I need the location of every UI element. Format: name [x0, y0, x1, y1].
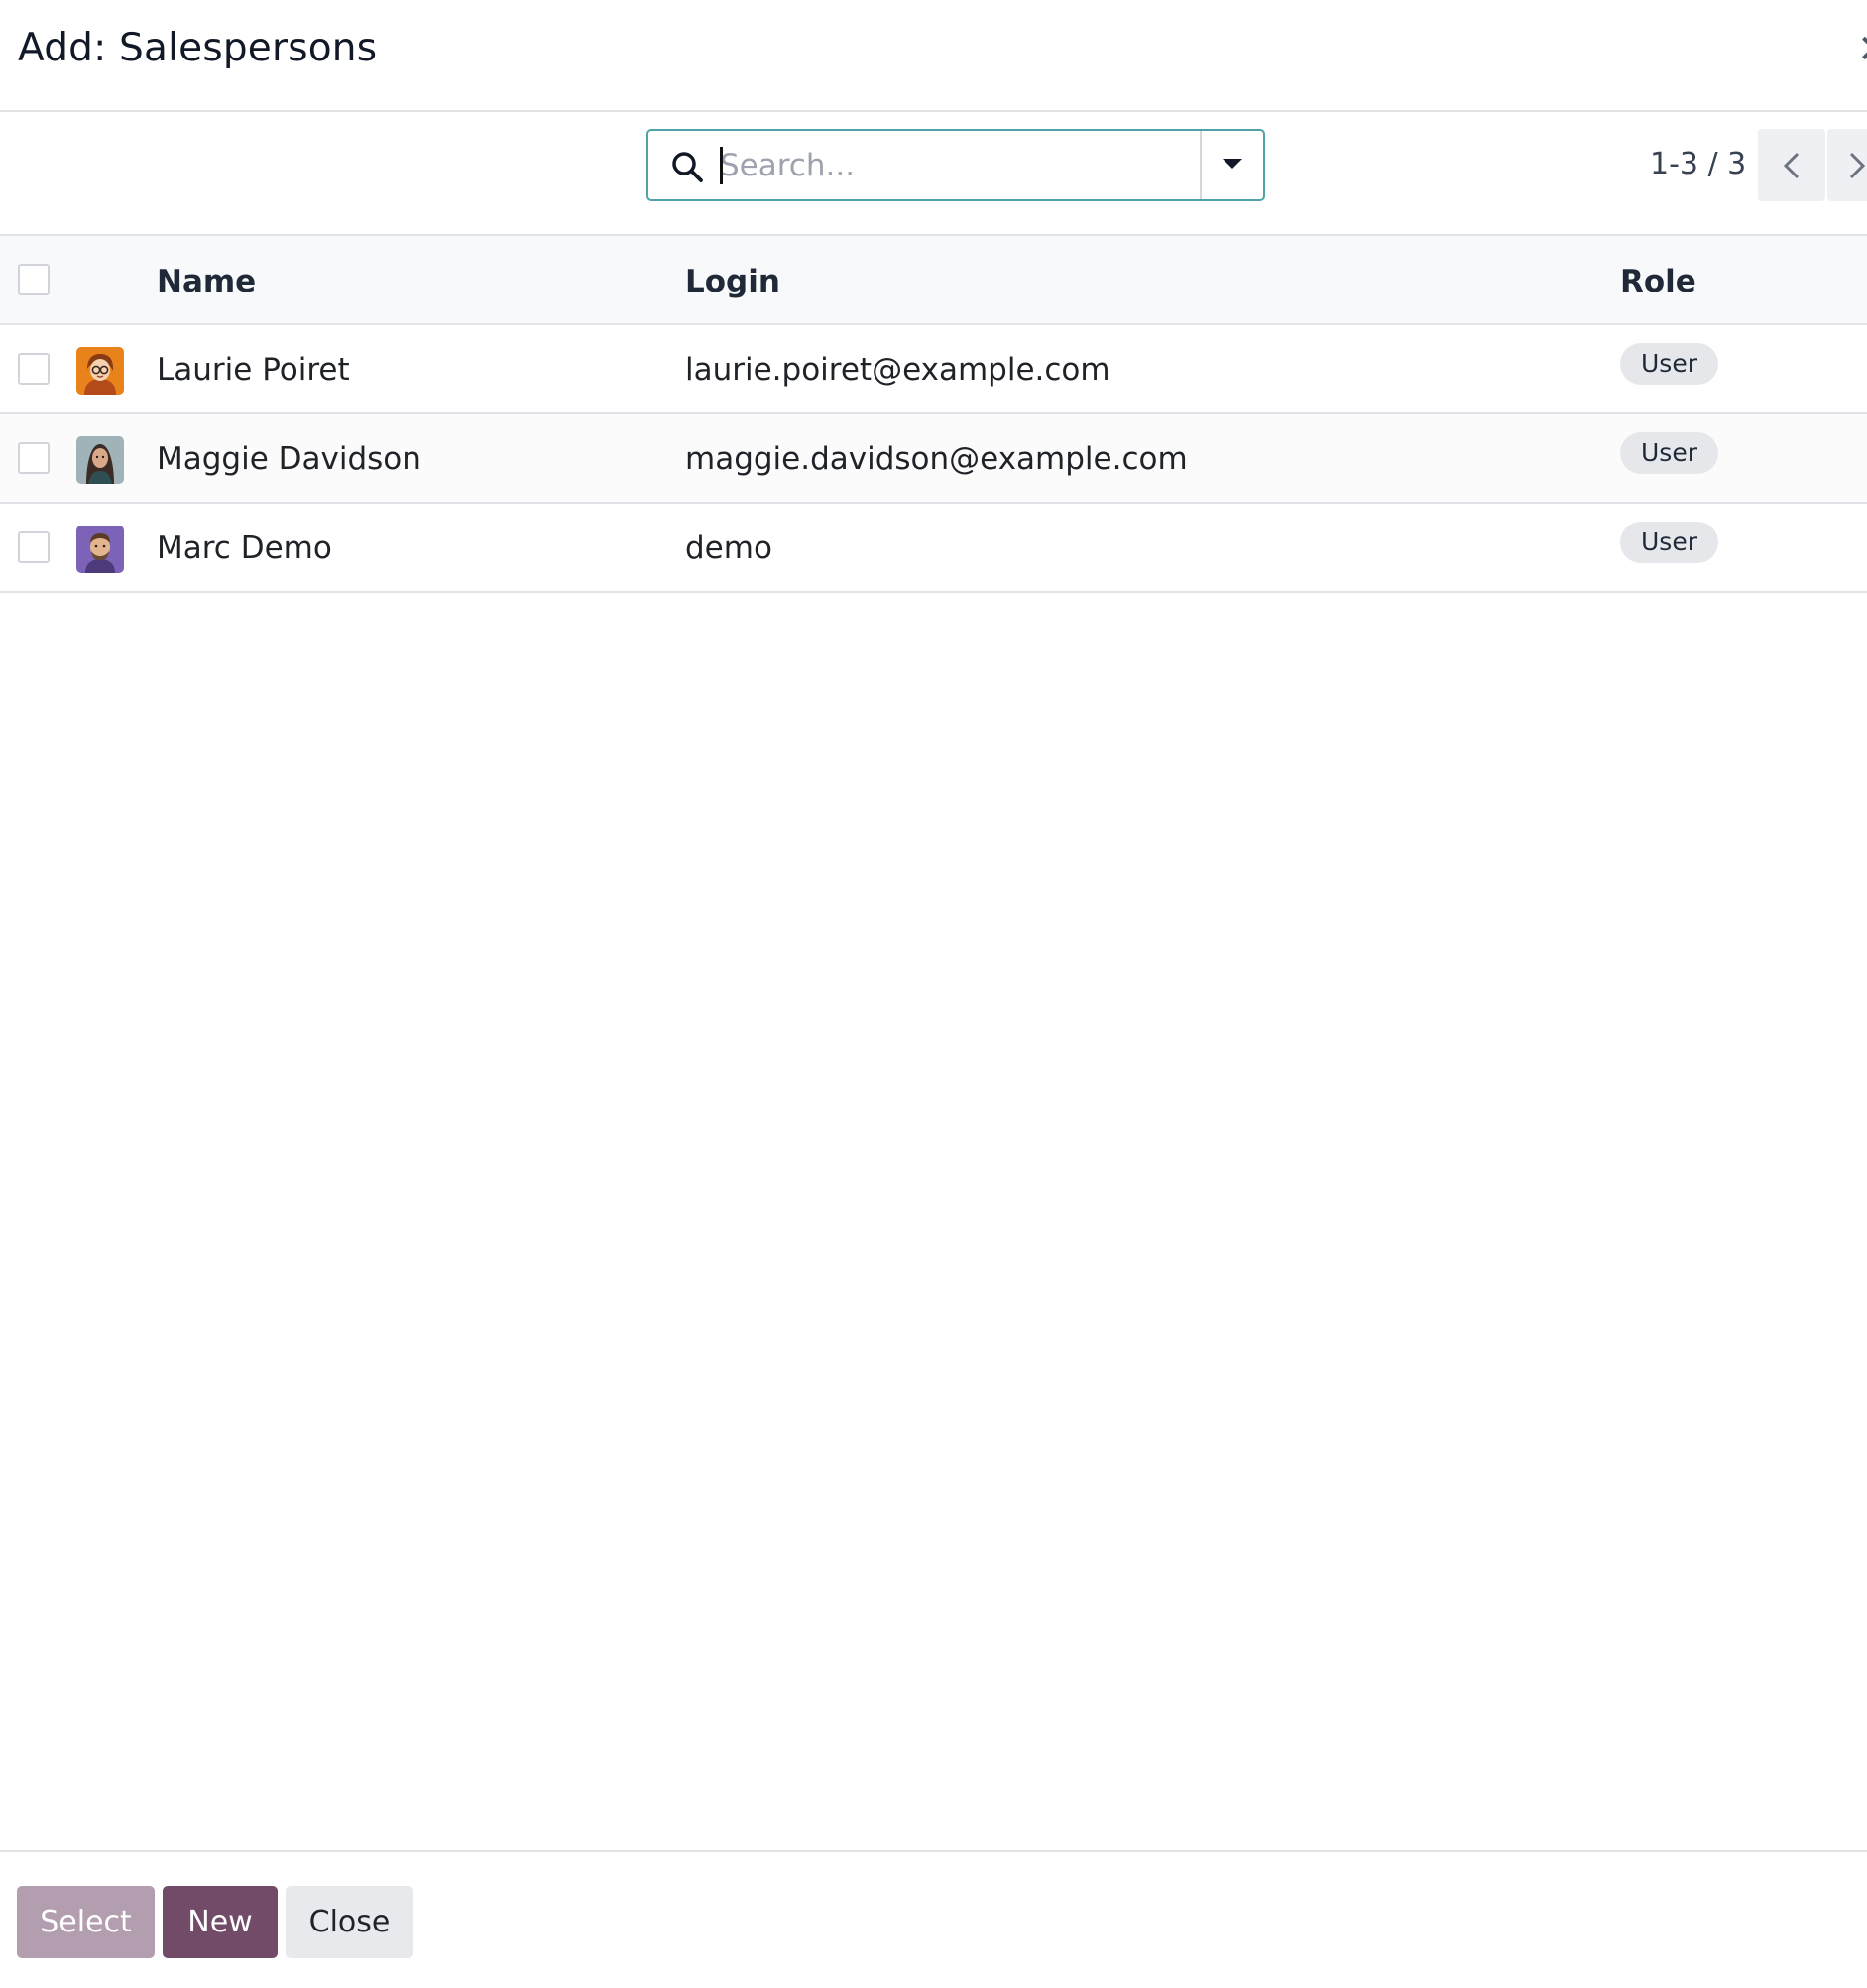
avatar — [76, 347, 124, 395]
user-name: Marc Demo — [157, 530, 332, 566]
user-name: Maggie Davidson — [157, 441, 421, 477]
caret-down-icon — [1223, 159, 1242, 169]
select-all-checkbox[interactable] — [18, 264, 50, 295]
dialog-header: Add: Salespersons ✕ — [0, 0, 1867, 112]
user-login: laurie.poiret@example.com — [685, 352, 1110, 388]
dialog-title: Add: Salespersons — [18, 26, 378, 70]
role-badge: User — [1620, 432, 1718, 474]
user-login: demo — [685, 530, 772, 566]
user-name: Laurie Poiret — [157, 352, 350, 388]
row-checkbox[interactable] — [18, 531, 50, 563]
chevron-left-icon — [1783, 152, 1800, 179]
column-header-login[interactable]: Login — [685, 264, 780, 299]
table-row[interactable]: Marc Demo demo User — [0, 504, 1867, 593]
avatar — [76, 436, 124, 484]
row-checkbox[interactable] — [18, 442, 50, 474]
table-row[interactable]: Laurie Poiret laurie.poiret@example.com … — [0, 325, 1867, 414]
column-header-name[interactable]: Name — [157, 264, 256, 299]
close-icon[interactable]: ✕ — [1857, 30, 1867, 69]
role-badge: User — [1620, 343, 1718, 385]
dialog-footer: Select New Close — [0, 1850, 1867, 1988]
search-options-toggle[interactable] — [1200, 131, 1263, 199]
table-row[interactable]: Maggie Davidson maggie.davidson@example.… — [0, 414, 1867, 504]
search-input[interactable] — [720, 133, 1196, 198]
close-button[interactable]: Close — [286, 1886, 413, 1958]
search-icon — [672, 152, 703, 182]
select-button[interactable]: Select — [17, 1886, 155, 1958]
pager-value[interactable]: 1-3 / 3 — [1650, 147, 1746, 181]
avatar-marc-icon — [76, 526, 124, 573]
pager-next-button[interactable] — [1827, 129, 1867, 201]
avatar-maggie-icon — [76, 436, 124, 484]
chevron-right-icon — [1849, 152, 1866, 179]
row-checkbox[interactable] — [18, 353, 50, 385]
text-cursor — [720, 147, 723, 184]
avatar-laurie-icon — [76, 347, 124, 395]
pager-previous-button[interactable] — [1758, 129, 1825, 201]
table-header: Name Login Role — [0, 234, 1867, 325]
avatar — [76, 526, 124, 573]
column-header-role[interactable]: Role — [1620, 264, 1696, 299]
new-button[interactable]: New — [163, 1886, 278, 1958]
search-bar — [646, 129, 1265, 201]
add-salespersons-dialog: Add: Salespersons ✕ 1-3 / 3 Name Login R… — [0, 0, 1867, 1988]
user-login: maggie.davidson@example.com — [685, 441, 1188, 477]
role-badge: User — [1620, 522, 1718, 563]
